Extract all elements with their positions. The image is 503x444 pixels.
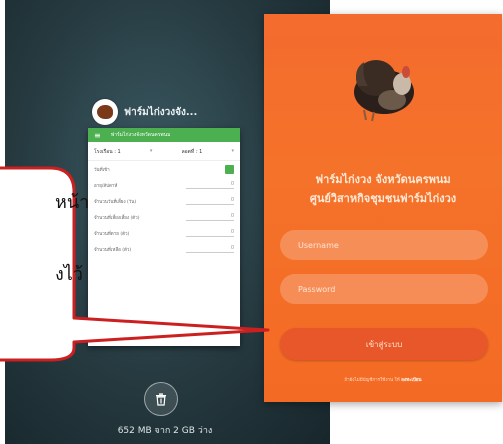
recent-app-thumbnail[interactable]: ≡ ฟาร์มไก่งวงจังหวัดนครพนม โรงเรือน : 1 … [88, 128, 240, 346]
register-prompt-text: ถ้ายังไม่มีบัญชีการใช้งาน ให้ [344, 378, 400, 383]
calendar-icon [225, 164, 234, 174]
chevron-down-icon: ▾ [149, 148, 153, 154]
form-row-label: จำนวนที่ตาย (ตัว) [94, 231, 130, 237]
select-house: โรงเรือน : 1 [94, 149, 121, 155]
form-row: จำนวนที่ตาย (ตัว) 0 [88, 225, 240, 241]
form-row-value: 0 [186, 181, 234, 189]
login-screen: ฟาร์มไก่งวง จังหวัดนครพนม ศูนย์วิสาหกิจช… [264, 14, 502, 402]
register-link[interactable]: ลงทะเบียน [401, 378, 421, 383]
form-row-label: วันที่เข้า [94, 167, 110, 173]
mini-toolbar-title: ฟาร์มไก่งวงจังหวัดนครพนม [110, 132, 171, 138]
password-input[interactable]: Password [280, 274, 488, 304]
callout-text-line2: งไว้ [55, 264, 83, 285]
form-row-value: 0 [186, 229, 234, 237]
callout-text-line1: หน้า [55, 192, 90, 213]
menu-icon: ≡ [94, 130, 101, 140]
username-input[interactable]: Username [280, 230, 488, 260]
form-row: อายุ/สัปดาห์ 0 [88, 177, 240, 193]
select-batch: ลอตที่ : 1 [181, 149, 203, 155]
chevron-down-icon: ▾ [231, 148, 234, 154]
form-row-value: 0 [186, 213, 234, 221]
mini-toolbar: ≡ ฟาร์มไก่งวงจังหวัดนครพนม [88, 128, 240, 142]
form-row-label: จำนวนที่เหลือ (ตัว) [94, 247, 132, 253]
clear-all-button[interactable] [144, 382, 178, 416]
recent-app-header[interactable]: ฟาร์มไก่งวงจัง... [92, 97, 252, 127]
form-row-label: จำนวนที่เลี้ยงเลี้ยง (ตัว) [94, 215, 140, 221]
form-row: จำนวนวันที่เลี้ยง (วัน) 0 [88, 193, 240, 209]
form-row: จำนวนที่เลี้ยงเลี้ยง (ตัว) 0 [88, 209, 240, 225]
login-button[interactable]: เข้าสู่ระบบ [280, 328, 488, 360]
login-subtitle: ศูนย์วิสาหกิจชุมชนฟาร์มไก่งวง [309, 192, 457, 205]
form-row-value: 0 [186, 245, 234, 253]
register-prompt: ถ้ายังไม่มีบัญชีการใช้งาน ให้ ลงทะเบียน [264, 376, 502, 383]
form-row: จำนวนที่เหลือ (ตัว) 0 [88, 241, 240, 257]
turkey-app-icon [92, 99, 118, 125]
form-row: วันที่เข้า [88, 161, 240, 177]
trash-icon [156, 393, 166, 406]
login-title: ฟาร์มไก่งวง จังหวัดนครพนม [315, 173, 451, 186]
recent-app-name: ฟาร์มไก่งวงจัง... [124, 106, 198, 118]
form-row-label: อายุ/สัปดาห์ [94, 183, 118, 189]
turkey-logo [354, 60, 414, 122]
form-row-label: จำนวนวันที่เลี้ยง (วัน) [94, 199, 137, 205]
memory-status: 652 MB จาก 2 GB ว่าง [117, 426, 213, 436]
mini-selects: โรงเรือน : 1 ▾ ลอตที่ : 1 ▾ [88, 142, 240, 161]
form-row-value: 0 [186, 197, 234, 205]
